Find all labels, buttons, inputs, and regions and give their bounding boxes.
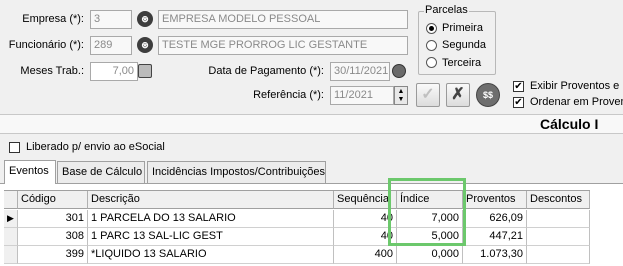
col-proventos[interactable]: Proventos — [463, 191, 527, 209]
cell-descricao: 1 PARCELA DO 13 SALARIO — [88, 210, 334, 228]
referencia-label: Referência (*): — [253, 89, 324, 101]
cell-proventos: 447,21 — [463, 228, 527, 246]
row-indicator — [4, 228, 18, 246]
radio-segunda[interactable] — [426, 40, 437, 51]
indice-highlight-box — [388, 178, 466, 246]
cell-sequencia: 400 — [334, 246, 397, 264]
col-descricao[interactable]: Descrição — [88, 191, 334, 209]
ordenar-checkbox[interactable]: ✔ — [513, 97, 524, 108]
meses-trab-field[interactable]: 7,00 — [90, 62, 138, 81]
events-table: Código Descrição Sequência Índice Proven… — [4, 190, 590, 266]
cell-descricao: 1 PARC 13 SAL-LIC GEST — [88, 228, 334, 246]
funcionario-code-field[interactable]: 289 — [90, 36, 132, 55]
cell-proventos: 626,09 — [463, 210, 527, 228]
empresa-code-field[interactable]: 3 — [90, 10, 132, 29]
cell-proventos: 1.073,30 — [463, 246, 527, 264]
spin-down-icon[interactable]: ▼ — [395, 96, 407, 104]
row-indicator-header — [4, 191, 18, 209]
data-pagamento-field[interactable]: 30/11/2021 — [330, 62, 390, 81]
row-indicator — [4, 246, 18, 264]
table-row[interactable]: ▶ 301 1 PARCELA DO 13 SALARIO 40 7,000 6… — [4, 210, 590, 228]
funcionario-label: Funcionário (*): — [8, 39, 84, 51]
page-title: Cálculo I — [540, 116, 599, 132]
ordenar-label: Ordenar em Proven — [530, 96, 623, 108]
confirm-button[interactable]: ✓ — [416, 83, 440, 107]
liberado-checkbox[interactable] — [9, 142, 20, 153]
cell-indice: 0,000 — [397, 246, 463, 264]
cell-descontos — [527, 210, 590, 228]
cell-descontos — [527, 246, 590, 264]
title-bar — [0, 114, 623, 134]
empresa-label: Empresa (*): — [22, 13, 84, 25]
meses-trab-label: Meses Trab.: — [20, 65, 84, 77]
radio-segunda-label: Segunda — [442, 39, 487, 51]
calculator-icon[interactable] — [138, 64, 152, 78]
row-pointer-icon: ▶ — [4, 210, 18, 228]
spin-up-icon[interactable]: ▲ — [395, 87, 407, 96]
tab-base-calculo[interactable]: Base de Cálculo — [57, 161, 145, 183]
calendar-icon[interactable] — [392, 64, 406, 78]
radio-terceira[interactable] — [426, 57, 437, 68]
tab-incidencias[interactable]: Incidências Impostos/Contribuições — [147, 161, 326, 183]
exibir-label: Exibir Proventos e D — [530, 80, 623, 92]
cancel-button[interactable]: ✗ — [446, 83, 470, 107]
cell-codigo: 308 — [18, 228, 88, 246]
data-pagamento-label: Data de Pagamento (*): — [208, 65, 324, 77]
radio-primeira-label: Primeira — [442, 22, 483, 34]
calculate-button[interactable]: $$ — [476, 83, 500, 107]
cell-descricao: *LIQUIDO 13 SALARIO — [88, 246, 334, 264]
funcionario-search-icon[interactable]: ⊛ — [137, 37, 153, 53]
radio-terceira-label: Terceira — [442, 57, 482, 69]
cell-codigo: 399 — [18, 246, 88, 264]
col-descontos[interactable]: Descontos — [527, 191, 590, 209]
referencia-field[interactable]: 11/2021 — [330, 86, 394, 105]
col-codigo[interactable]: Código — [18, 191, 88, 209]
table-row[interactable]: 399 *LIQUIDO 13 SALARIO 400 0,000 1.073,… — [4, 246, 590, 264]
referencia-spinner[interactable]: ▲ ▼ — [394, 86, 408, 105]
parcelas-title: Parcelas — [424, 4, 469, 16]
radio-primeira[interactable] — [426, 23, 437, 34]
table-header: Código Descrição Sequência Índice Proven… — [4, 191, 590, 209]
liberado-label: Liberado p/ envio ao eSocial — [26, 141, 165, 153]
tab-eventos[interactable]: Eventos — [4, 160, 56, 184]
table-row[interactable]: 308 1 PARC 13 SAL-LIC GEST 40 5,000 447,… — [4, 228, 590, 246]
cell-descontos — [527, 228, 590, 246]
funcionario-name-field: TESTE MGE PRORROG LIC GESTANTE — [158, 36, 408, 55]
empresa-name-field: EMPRESA MODELO PESSOAL — [158, 10, 408, 29]
exibir-checkbox[interactable]: ✔ — [513, 81, 524, 92]
empresa-search-icon[interactable]: ⊛ — [137, 11, 153, 27]
cell-codigo: 301 — [18, 210, 88, 228]
